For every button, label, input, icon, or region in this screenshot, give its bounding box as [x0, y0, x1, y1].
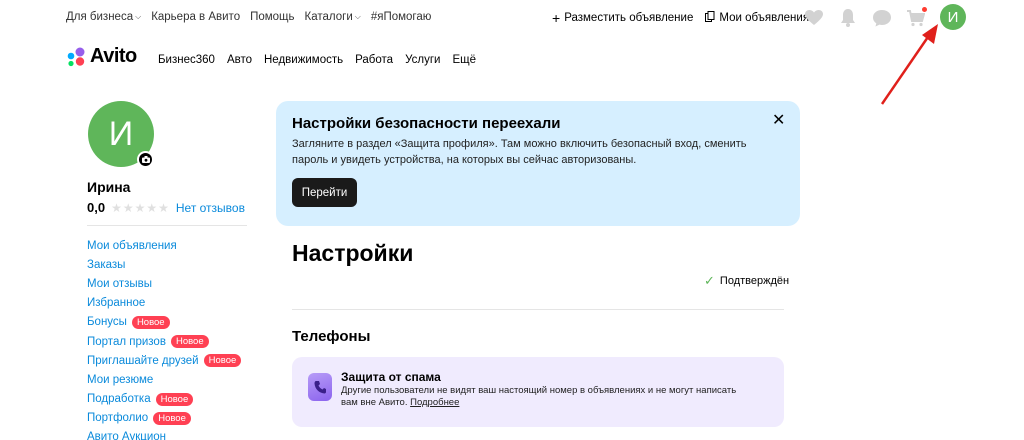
- sidebar-item-label: Авито Аукцион: [87, 431, 167, 440]
- phones-heading: Телефоны: [292, 328, 371, 345]
- check-icon: ✓: [704, 273, 715, 288]
- top-nav-item-label: Каталоги: [304, 11, 353, 23]
- sidebar-item[interactable]: Подработка Новое: [87, 390, 241, 409]
- main-nav: Бизнес360 Авто Недвижимость Работа Услуги Ещё: [158, 54, 476, 66]
- sidebar-item[interactable]: Избранное: [87, 294, 241, 313]
- page-title: Настройки: [292, 240, 414, 266]
- sidebar-item[interactable]: Портал призов Новое: [87, 332, 241, 351]
- top-nav: Для бизнеса ⌵ Карьера в Авито Помощь Каталог…: [66, 11, 431, 23]
- new-badge: Новое: [203, 354, 242, 368]
- my-ads-label: Мои объявления: [719, 12, 810, 24]
- top-right-actions: + Разместить объявление Мои объявления: [552, 11, 809, 25]
- new-badge: Новое: [153, 411, 191, 425]
- rating-value: 0,0: [87, 200, 106, 215]
- top-nav-item[interactable]: Для бизнеса ⌵: [66, 11, 141, 23]
- top-nav-item[interactable]: Помощь: [250, 11, 294, 23]
- profile-rating: 0,0 ★★★★★ Нет отзывов: [87, 200, 245, 215]
- new-badge: Новое: [155, 392, 194, 406]
- sidebar-item[interactable]: Мои отзывы: [87, 274, 241, 293]
- chevron-down-icon: ⌵: [135, 12, 142, 21]
- profile-name: Ирина: [87, 179, 131, 195]
- annotation-arrow-icon: [880, 24, 938, 105]
- main-nav-item[interactable]: Бизнес360: [158, 54, 215, 66]
- sidebar-item[interactable]: Мои объявления: [87, 236, 241, 255]
- logo-text: Avito: [90, 45, 137, 67]
- more-link[interactable]: Подробнее: [410, 397, 459, 408]
- banner-go-button[interactable]: Перейти: [292, 178, 357, 207]
- post-ad-label: Разместить объявление: [564, 12, 694, 24]
- spam-text: Другие пользователи не видят ваш настоящ…: [341, 385, 751, 409]
- camera-icon: [139, 153, 152, 166]
- top-nav-item-label: #яПомогаю: [370, 11, 432, 23]
- sidebar-item[interactable]: Бонусы Новое: [87, 313, 241, 332]
- section-divider: [292, 309, 784, 310]
- heart-icon[interactable]: [804, 8, 824, 28]
- new-badge: Новое: [170, 335, 209, 349]
- banner-text: Загляните в раздел «Защита профиля». Там…: [292, 138, 747, 166]
- banner-title: Настройки безопасности переехали: [292, 115, 561, 132]
- avito-logo[interactable]: Avito: [66, 45, 137, 68]
- phone-shield-icon: [308, 373, 332, 401]
- notification-dot: [922, 7, 927, 12]
- main-nav-item[interactable]: Услуги: [405, 54, 440, 66]
- sidebar-item-label: Портфолио: [87, 412, 149, 425]
- main-nav-item[interactable]: Ещё: [452, 54, 476, 66]
- top-nav-item[interactable]: #яПомогаю: [371, 11, 432, 23]
- sidebar-item-label: Избранное: [87, 297, 146, 310]
- sidebar-divider: [87, 225, 247, 226]
- sidebar-item[interactable]: Заказы: [87, 255, 241, 274]
- sidebar-item[interactable]: Портфолио Новое: [87, 409, 241, 428]
- top-nav-item[interactable]: Карьера в Авито: [151, 11, 240, 23]
- rating-stars: ★★★★★: [111, 200, 170, 215]
- spam-description: Другие пользователи не видят ваш настоящ…: [341, 385, 737, 408]
- sidebar-item[interactable]: Приглашайте друзей Новое: [87, 351, 242, 370]
- copy-icon: [705, 11, 715, 25]
- sidebar-item-label: Портал призов: [87, 335, 166, 348]
- change-photo-button[interactable]: [137, 151, 154, 168]
- sidebar-item-label: Подработка: [87, 393, 151, 406]
- verified-status: ✓ Подтверждён: [704, 273, 789, 289]
- spam-title: Защита от спама: [341, 370, 441, 384]
- top-nav-item-label: Для бизнеса: [66, 11, 134, 23]
- top-nav-item-label: Карьера в Авито: [151, 11, 241, 23]
- security-banner: Настройки безопасности переехали Загляни…: [276, 101, 800, 226]
- new-badge: Новое: [131, 315, 170, 329]
- spam-protection-card: Защита от спама Другие пользователи не в…: [292, 357, 784, 427]
- verified-label: Подтверждён: [719, 275, 790, 287]
- sidebar-item-label: Приглашайте друзей: [87, 354, 199, 367]
- sidebar-item-label: Мои отзывы: [87, 277, 153, 290]
- sidebar-item[interactable]: Мои резюме: [87, 370, 241, 389]
- top-nav-item-label: Помощь: [250, 11, 295, 23]
- sidebar-item-label: Мои объявления: [87, 239, 177, 252]
- post-ad-link[interactable]: + Разместить объявление: [552, 11, 693, 25]
- sidebar-item-label: Бонусы: [87, 316, 127, 329]
- top-nav-item[interactable]: Каталоги ⌵: [305, 11, 361, 23]
- sidebar-item-label: Мои резюме: [87, 373, 154, 386]
- sidebar-menu: Мои объявления Заказы Мои отзывы Избранное Б…: [87, 236, 242, 440]
- sidebar-item-label: Заказы: [87, 258, 126, 271]
- sidebar-item[interactable]: Авито Аукцион: [87, 428, 241, 440]
- close-icon[interactable]: ✕: [772, 113, 785, 129]
- main-nav-item[interactable]: Авто: [227, 54, 252, 66]
- main-nav-item[interactable]: Работа: [355, 54, 393, 66]
- no-reviews-link[interactable]: Нет отзывов: [176, 201, 245, 215]
- main-nav-item[interactable]: Недвижимость: [264, 54, 343, 66]
- logo-dots-icon: [67, 47, 85, 66]
- plus-icon: +: [552, 10, 561, 26]
- bell-icon[interactable]: [838, 8, 858, 28]
- chevron-down-icon: ⌵: [354, 12, 361, 21]
- my-ads-link[interactable]: Мои объявления: [705, 11, 809, 25]
